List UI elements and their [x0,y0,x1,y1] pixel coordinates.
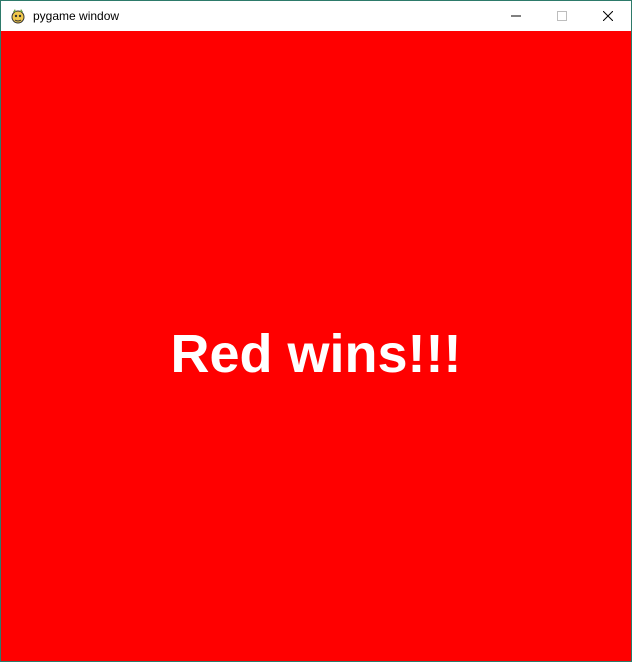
maximize-icon [557,11,567,21]
minimize-icon [511,15,521,17]
close-icon [603,11,613,21]
window-titlebar[interactable]: pygame window [1,1,631,31]
maximize-button[interactable] [539,1,585,31]
close-button[interactable] [585,1,631,31]
window-title: pygame window [33,9,120,23]
minimize-button[interactable] [493,1,539,31]
pygame-snake-icon [10,8,26,24]
pygame-window: pygame window Red wins!!! [0,0,632,662]
winner-message: Red wins!!! [170,324,462,384]
game-canvas[interactable]: Red wins!!! [1,31,631,661]
